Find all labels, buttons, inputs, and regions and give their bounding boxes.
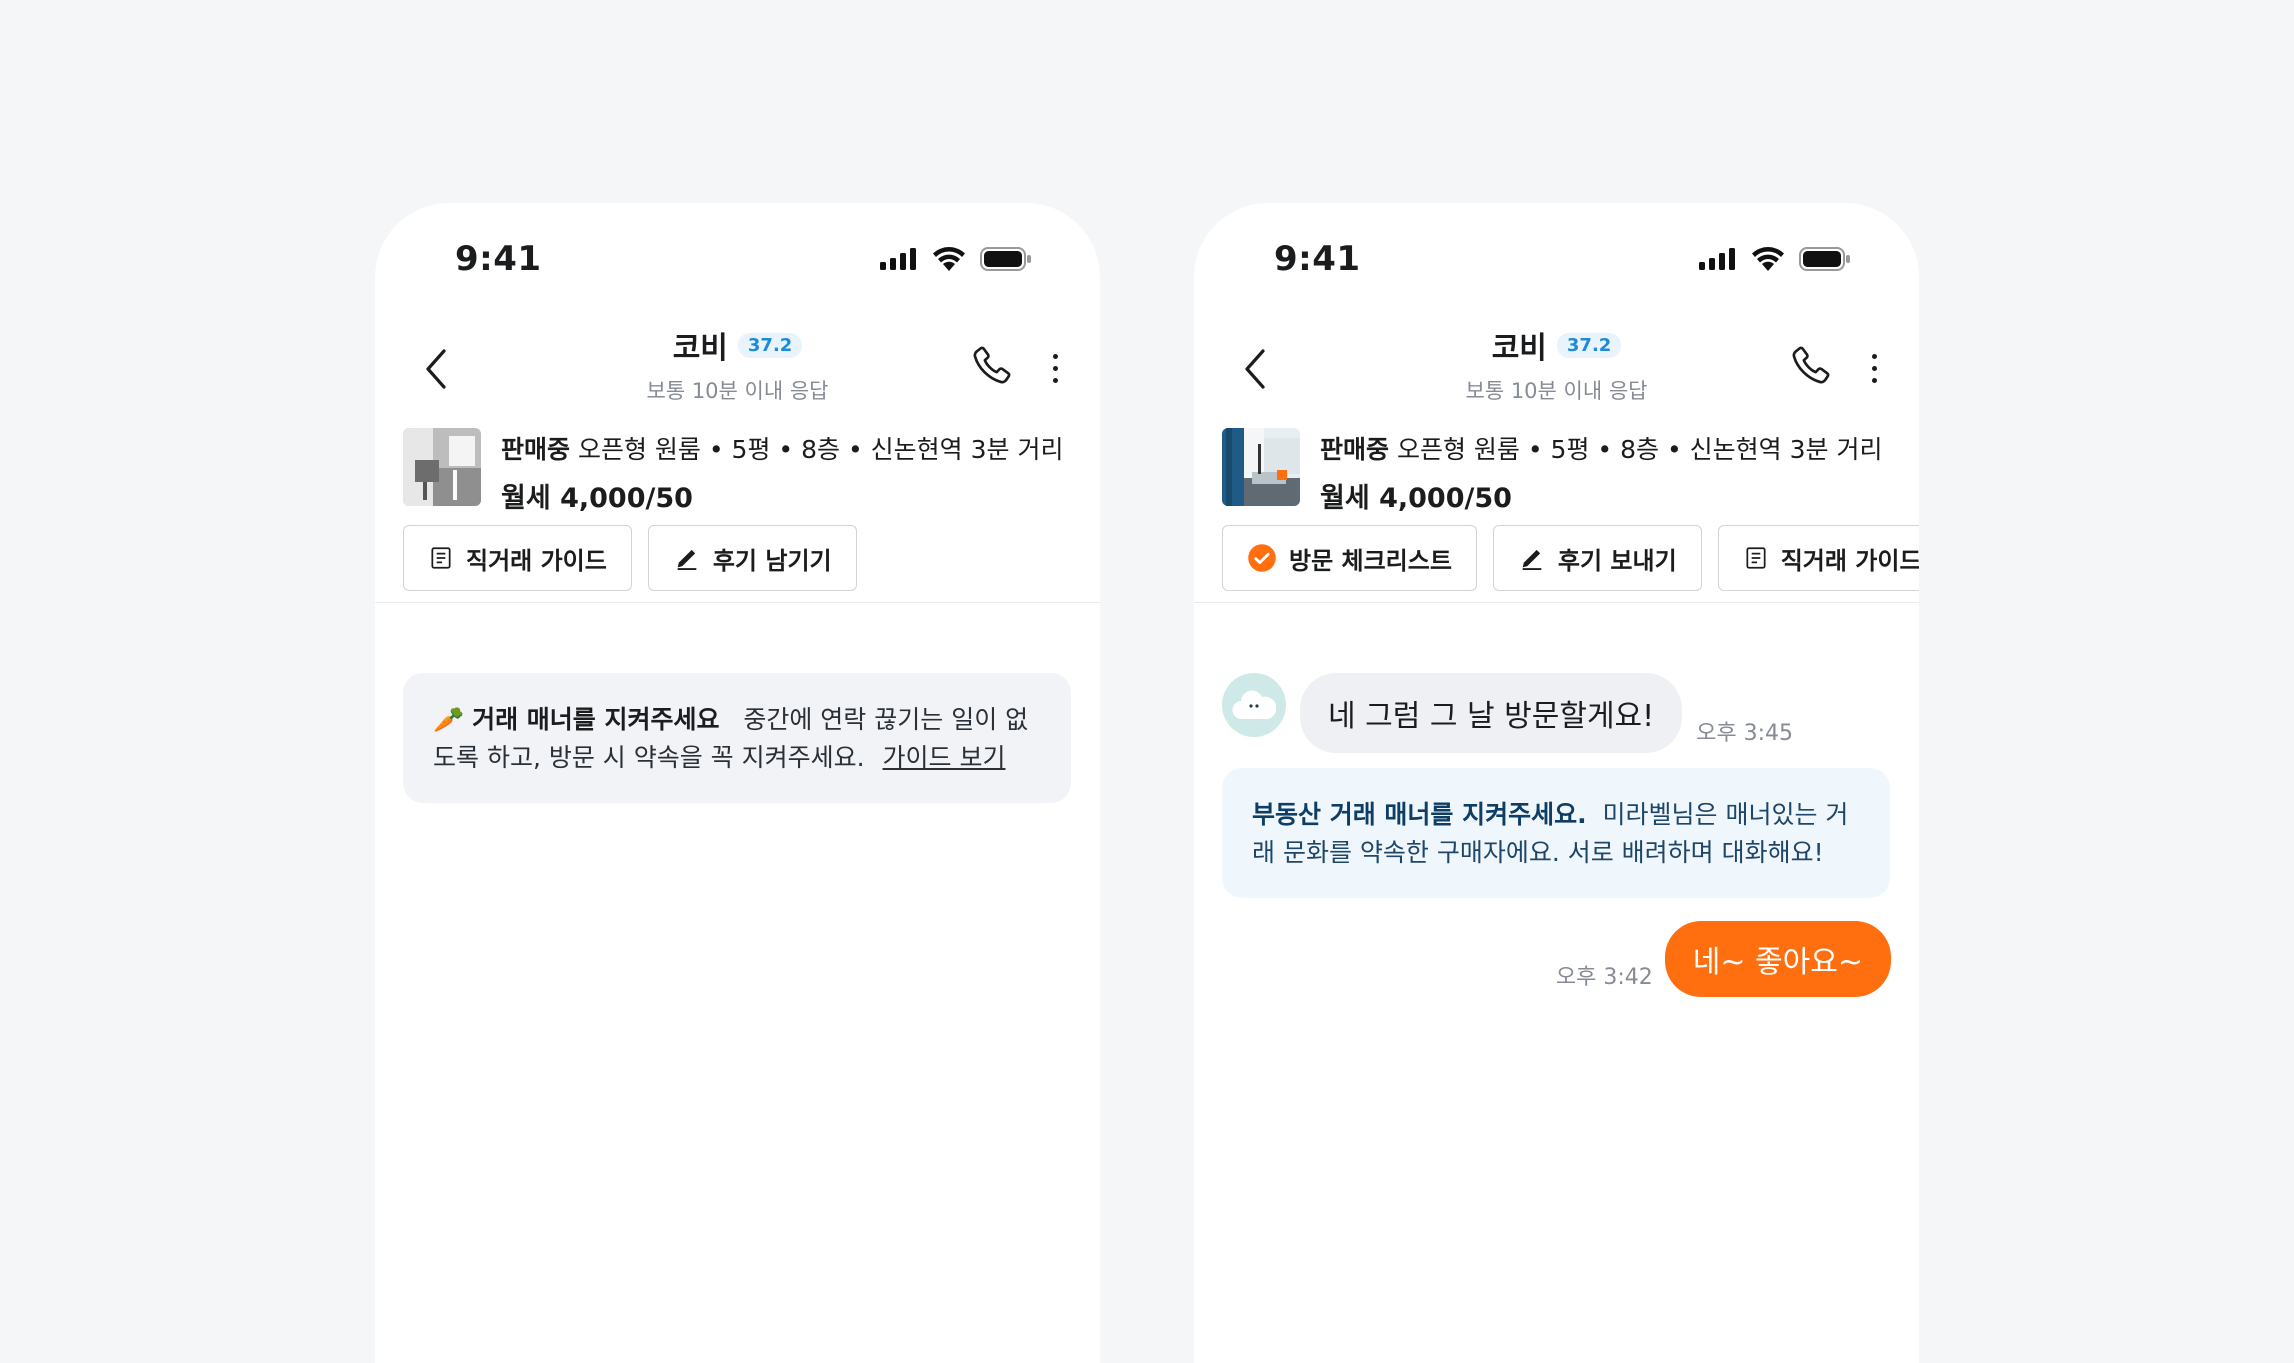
document-icon [431, 547, 451, 569]
more-dot-icon [1052, 365, 1058, 371]
room-photo-icon [1222, 428, 1300, 506]
status-icons [880, 247, 1032, 271]
partner-name: 코비 [1491, 331, 1547, 366]
guide-link[interactable]: 가이드 보기 [883, 743, 1006, 772]
status-icons [1699, 247, 1851, 271]
trade-manner-notice: 🥕 거래 매너를 지켜주세요 중간에 연락 끊기는 일이 없도록 하고, 방문 … [403, 673, 1071, 803]
chip-label: 후기 보내기 [1557, 546, 1677, 575]
signal-icon [1699, 248, 1735, 270]
outgoing-message-bubble[interactable]: 네~ 좋아요~ [1664, 921, 1891, 997]
listing-price: 월세 4,000/50 [1320, 483, 1512, 514]
incoming-message-bubble[interactable]: 네 그럼 그 날 방문할게요! [1300, 673, 1683, 753]
wifi-icon [933, 247, 965, 271]
manner-temperature-badge: 37.2 [737, 332, 803, 358]
document-icon [1746, 547, 1766, 569]
listing-summary[interactable]: 판매중 오픈형 원룸 • 5평 • 8층 • 신논현역 3분 거리 월세 4,0… [1222, 428, 1899, 514]
action-chips: 직거래 가이드 후기 남기기 [403, 525, 857, 591]
phone-icon [973, 346, 1011, 384]
visit-checklist-button[interactable]: 방문 체크리스트 [1222, 525, 1477, 591]
notice-title: 거래 매너를 지켜주세요 [472, 705, 720, 734]
info-title: 부동산 거래 매너를 지켜주세요. [1252, 800, 1587, 829]
phone-screen-left: 9:41 코비 37.2 보통 10분 이내 응답 판매중 오픈형 원룸 • 5… [375, 203, 1100, 1363]
wifi-icon [1752, 247, 1784, 271]
pencil-icon [677, 549, 697, 571]
check-circle-icon [1248, 544, 1276, 572]
direct-trade-guide-button[interactable]: 직거래 가이드 [403, 525, 632, 591]
signal-icon [880, 248, 916, 270]
listing-summary[interactable]: 판매중 오픈형 원룸 • 5평 • 8층 • 신논현역 3분 거리 월세 4,0… [403, 428, 1080, 514]
call-button[interactable] [968, 343, 1018, 393]
outgoing-message-row: 오후 3:42 네~ 좋아요~ [1556, 921, 1891, 997]
carrot-icon: 🥕 [433, 705, 465, 734]
listing-status: 판매중 [501, 435, 571, 464]
listing-description: 오픈형 원룸 • 5평 • 8층 • 신논현역 3분 거리 [577, 435, 1064, 464]
more-dot-icon [1052, 353, 1058, 359]
chip-label: 직거래 가이드 [1780, 546, 1919, 575]
phone-screen-right: 9:41 코비 37.2 보통 10분 이내 응답 판매중 오픈형 원룸 • 5… [1194, 203, 1919, 1363]
battery-icon [1799, 247, 1850, 271]
status-bar: 9:41 [375, 203, 1100, 313]
status-time: 9:41 [455, 239, 542, 279]
listing-thumbnail [1222, 428, 1300, 506]
more-dot-icon [1871, 365, 1877, 371]
partner-name: 코비 [672, 331, 728, 366]
status-bar: 9:41 [1194, 203, 1919, 313]
listing-thumbnail [403, 428, 481, 506]
more-options-button[interactable] [1859, 343, 1889, 393]
cloud-avatar-icon [1232, 690, 1276, 720]
avatar[interactable] [1222, 673, 1286, 737]
chip-label: 방문 체크리스트 [1289, 546, 1452, 575]
more-options-button[interactable] [1040, 343, 1070, 393]
action-chips: 방문 체크리스트 후기 보내기 직거래 가이드 [1222, 525, 1919, 591]
listing-status: 판매중 [1320, 435, 1390, 464]
manner-info-card: 부동산 거래 매너를 지켜주세요. 미라벨님은 매너있는 거래 문화를 약속한 … [1222, 768, 1890, 898]
status-time: 9:41 [1274, 239, 1361, 279]
chip-label: 후기 남기기 [712, 546, 832, 575]
message-time: 오후 3:42 [1555, 965, 1653, 990]
more-dot-icon [1052, 377, 1058, 383]
manner-temperature-badge: 37.2 [1556, 332, 1622, 358]
more-dot-icon [1871, 353, 1877, 359]
battery-icon [980, 247, 1031, 271]
listing-description: 오픈형 원룸 • 5평 • 8층 • 신논현역 3분 거리 [1396, 435, 1883, 464]
incoming-message-row: 네 그럼 그 날 방문할게요! 오후 3:45 [1222, 673, 1793, 753]
message-time: 오후 3:45 [1696, 721, 1794, 746]
leave-review-button[interactable]: 후기 남기기 [647, 525, 857, 591]
chip-label: 직거래 가이드 [466, 546, 607, 575]
call-button[interactable] [1787, 343, 1837, 393]
more-dot-icon [1871, 377, 1877, 383]
room-photo-icon [403, 428, 481, 506]
pencil-icon [1522, 549, 1542, 571]
direct-trade-guide-button[interactable]: 직거래 가이드 [1717, 525, 1919, 591]
listing-price: 월세 4,000/50 [501, 483, 693, 514]
send-review-button[interactable]: 후기 보내기 [1492, 525, 1702, 591]
phone-icon [1792, 346, 1830, 384]
